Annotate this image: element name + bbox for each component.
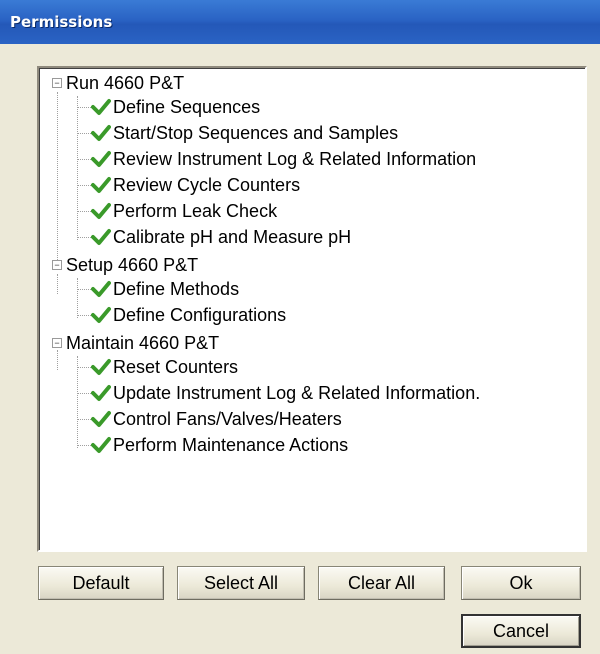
tree-connector [57, 92, 58, 266]
green-checkmark-icon[interactable] [91, 383, 111, 403]
tree-connector [77, 96, 78, 240]
tree-item-label: Reset Counters [113, 357, 239, 377]
tree-connector [77, 107, 91, 108]
tree-item-label: Control Fans/Valves/Heaters [113, 409, 342, 429]
window-title: Permissions [10, 13, 113, 31]
tree-group-label: Setup 4660 P&T [66, 255, 199, 275]
tree-item-maintenance-actions[interactable]: Perform Maintenance Actions [113, 432, 348, 458]
tree-item-reset-counters[interactable]: Reset Counters [113, 354, 238, 380]
minus-icon[interactable]: − [52, 260, 62, 270]
tree-group-label: Maintain 4660 P&T [66, 333, 220, 353]
green-checkmark-icon[interactable] [91, 175, 111, 195]
tree-group-run[interactable]: Run 4660 P&T [66, 70, 184, 96]
minus-icon[interactable]: − [52, 78, 62, 88]
tree-connector [77, 445, 91, 446]
tree-connector [77, 393, 91, 394]
tree-item-label: Define Configurations [113, 305, 287, 325]
clear-all-button[interactable]: Clear All [318, 566, 445, 600]
green-checkmark-icon[interactable] [91, 409, 111, 429]
tree-connector [77, 367, 91, 368]
green-checkmark-icon[interactable] [91, 123, 111, 143]
tree-group-setup[interactable]: Setup 4660 P&T [66, 252, 198, 278]
green-checkmark-icon[interactable] [91, 227, 111, 247]
tree-item-review-counters[interactable]: Review Cycle Counters [113, 172, 300, 198]
tree-item-label: Review Cycle Counters [113, 175, 301, 195]
tree-item-label: Perform Maintenance Actions [113, 435, 349, 455]
title-bar[interactable]: Permissions [0, 0, 600, 44]
green-checkmark-icon[interactable] [91, 201, 111, 221]
green-checkmark-icon[interactable] [91, 149, 111, 169]
minus-icon[interactable]: − [52, 338, 62, 348]
permissions-dialog: Permissions − Run 4660 P&T Define Sequen… [0, 0, 600, 654]
ok-button[interactable]: Ok [461, 566, 581, 600]
tree-item-update-log[interactable]: Update Instrument Log & Related Informat… [113, 380, 480, 406]
tree-connector [77, 289, 91, 290]
select-all-button[interactable]: Select All [177, 566, 305, 600]
tree-item-start-stop[interactable]: Start/Stop Sequences and Samples [113, 120, 398, 146]
tree-item-define-methods[interactable]: Define Methods [113, 276, 239, 302]
tree-connector [57, 274, 58, 294]
tree-connector [77, 185, 91, 186]
tree-connector [77, 315, 91, 316]
cancel-button[interactable]: Cancel [461, 614, 581, 648]
tree-group-maintain[interactable]: Maintain 4660 P&T [66, 330, 219, 356]
green-checkmark-icon[interactable] [91, 97, 111, 117]
tree-item-review-log[interactable]: Review Instrument Log & Related Informat… [113, 146, 476, 172]
tree-connector [57, 350, 58, 370]
tree-item-label: Perform Leak Check [113, 201, 278, 221]
green-checkmark-icon[interactable] [91, 279, 111, 299]
tree-item-label: Define Methods [113, 279, 240, 299]
tree-connector [77, 419, 91, 420]
tree-connector [77, 356, 78, 448]
tree-group-label: Run 4660 P&T [66, 73, 185, 93]
green-checkmark-icon[interactable] [91, 305, 111, 325]
permissions-tree[interactable]: − Run 4660 P&T Define Sequences Start/St… [37, 66, 587, 552]
tree-item-define-configurations[interactable]: Define Configurations [113, 302, 286, 328]
tree-item-leak-check[interactable]: Perform Leak Check [113, 198, 277, 224]
tree-item-calibrate-ph[interactable]: Calibrate pH and Measure pH [113, 224, 351, 250]
tree-connector [77, 133, 91, 134]
tree-item-label: Start/Stop Sequences and Samples [113, 123, 399, 143]
tree-item-define-sequences[interactable]: Define Sequences [113, 94, 260, 120]
tree-item-label: Define Sequences [113, 97, 261, 117]
green-checkmark-icon[interactable] [91, 435, 111, 455]
tree-connector [77, 159, 91, 160]
tree-item-label: Calibrate pH and Measure pH [113, 227, 352, 247]
tree-item-label: Update Instrument Log & Related Informat… [113, 383, 481, 403]
tree-item-label: Review Instrument Log & Related Informat… [113, 149, 477, 169]
default-button[interactable]: Default [38, 566, 164, 600]
tree-connector [77, 278, 78, 318]
tree-connector [77, 237, 91, 238]
tree-item-control-fans[interactable]: Control Fans/Valves/Heaters [113, 406, 342, 432]
tree-connector [77, 211, 91, 212]
green-checkmark-icon[interactable] [91, 357, 111, 377]
